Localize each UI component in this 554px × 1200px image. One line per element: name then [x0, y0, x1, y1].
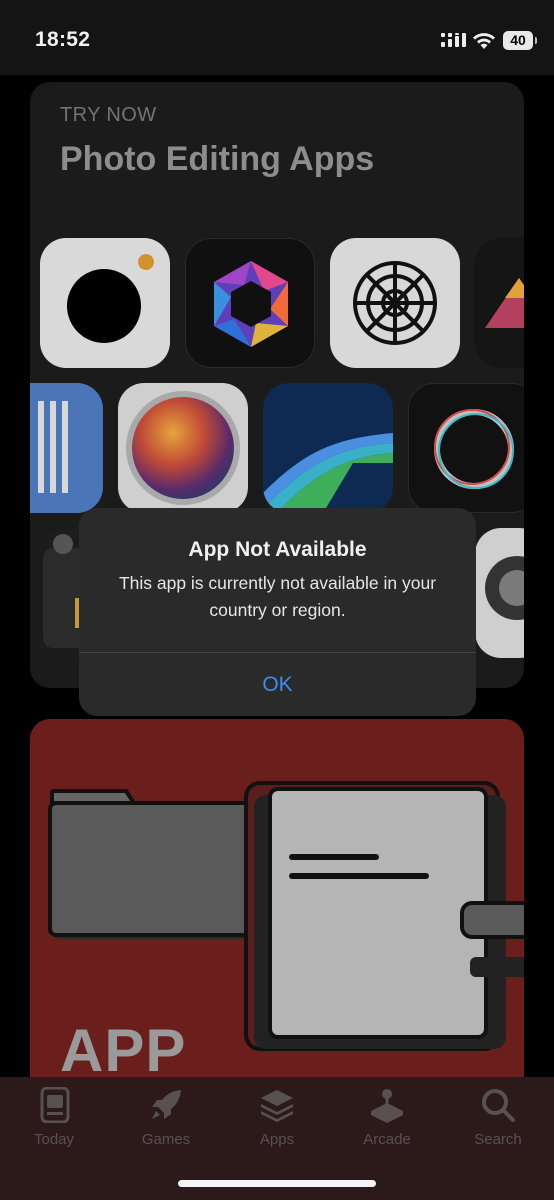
- vsco-app-icon: [330, 238, 460, 368]
- tab-apps-label: Apps: [259, 1131, 295, 1148]
- alert-message: This app is currently not available in y…: [118, 573, 437, 620]
- tab-search[interactable]: Search: [453, 1087, 543, 1157]
- triangle-app-icon: [475, 238, 524, 368]
- card-eyebrow: TRY NOW: [60, 104, 157, 126]
- tab-today[interactable]: Today: [9, 1087, 99, 1157]
- tab-arcade-label: Arcade: [363, 1131, 411, 1148]
- lines-app-icon: [30, 383, 103, 513]
- camera-app-icon: [40, 238, 170, 368]
- lens-app-icon: [475, 528, 524, 658]
- battery-indicator: 40: [503, 31, 537, 50]
- card-title: Photo Editing Apps: [60, 140, 375, 178]
- tab-search-label: Search: [474, 1131, 522, 1148]
- status-bar: 18:52 40: [0, 0, 554, 75]
- tab-apps[interactable]: Apps: [232, 1087, 322, 1157]
- tab-games-label: Games: [141, 1131, 191, 1148]
- promo-card[interactable]: APP: [30, 719, 524, 1119]
- home-indicator: [178, 1180, 376, 1187]
- layers-icon: [261, 1090, 293, 1122]
- ok-button[interactable]: OK: [79, 653, 476, 716]
- ring-app-icon: [408, 383, 524, 513]
- tab-games[interactable]: Games: [121, 1087, 211, 1157]
- rocket-icon: [152, 1090, 181, 1119]
- lumafusion-app-icon: [263, 383, 393, 513]
- tab-today-label: Today: [33, 1131, 75, 1148]
- tab-arcade[interactable]: Arcade: [342, 1087, 432, 1157]
- joystick-icon: [371, 1089, 403, 1123]
- search-icon: [482, 1089, 515, 1122]
- app-not-available-alert: App Not Available This app is currently …: [79, 508, 476, 716]
- wifi-icon: [473, 33, 495, 49]
- promo-card-title: APP: [60, 1017, 187, 1084]
- aperture-app-icon: [185, 238, 315, 368]
- clock: 18:52: [35, 28, 91, 51]
- today-icon: [40, 1087, 70, 1123]
- color-sphere-app-icon: [118, 383, 248, 513]
- cellular-signal-icon: [441, 33, 466, 47]
- alert-title: App Not Available: [188, 538, 367, 561]
